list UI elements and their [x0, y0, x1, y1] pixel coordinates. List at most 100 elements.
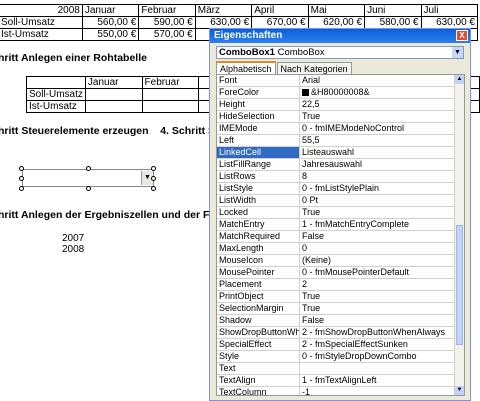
property-row[interactable]: Left 55,5: [217, 135, 464, 147]
property-value[interactable]: &H80000008&: [300, 87, 464, 98]
property-value[interactable]: True: [300, 111, 464, 122]
table-cell[interactable]: Februar: [138, 4, 196, 17]
table-cell[interactable]: [141, 88, 200, 101]
table-cell[interactable]: [84, 88, 143, 101]
property-value[interactable]: 0 - fmIMEModeNoControl: [300, 123, 464, 134]
close-icon[interactable]: X: [456, 30, 468, 41]
property-value[interactable]: Jahresauswahl: [300, 159, 464, 170]
table-cell[interactable]: 620,00 €: [307, 16, 366, 29]
property-row[interactable]: MatchRequired False: [217, 231, 464, 243]
property-value[interactable]: 22,5: [300, 99, 464, 110]
table-cell[interactable]: 580,00 €: [364, 16, 422, 29]
property-row[interactable]: LinkedCell Listeauswahl: [217, 147, 464, 159]
property-value[interactable]: Listeauswahl: [300, 147, 464, 158]
property-row[interactable]: TextAlign 1 - fmTextAlignLeft: [217, 375, 464, 387]
property-row[interactable]: SpecialEffect 2 - fmSpecialEffectSunken: [217, 339, 464, 351]
table-cell[interactable]: Januar: [81, 4, 140, 17]
scroll-up-icon[interactable]: ▲: [455, 75, 464, 84]
scroll-down-icon[interactable]: ▼: [455, 386, 464, 395]
scrollbar-thumb[interactable]: [456, 225, 463, 345]
property-value[interactable]: [300, 363, 464, 374]
property-row[interactable]: HideSelection True: [217, 111, 464, 123]
properties-titlebar[interactable]: Eigenschaften X: [210, 29, 470, 43]
property-row[interactable]: Locked True: [217, 207, 464, 219]
property-value[interactable]: (Keine): [300, 255, 464, 266]
year-cell[interactable]: 2008: [62, 244, 84, 255]
table-cell[interactable]: Soll-Umsatz: [0, 16, 83, 29]
property-value[interactable]: True: [300, 291, 464, 302]
table-cell[interactable]: März: [194, 4, 253, 17]
property-row[interactable]: Height 22,5: [217, 99, 464, 111]
property-value[interactable]: 0 - fmMousePointerDefault: [300, 267, 464, 278]
resize-handle[interactable]: [151, 186, 156, 191]
property-value[interactable]: False: [300, 315, 464, 326]
property-row[interactable]: ListStyle 0 - fmListStylePlain: [217, 183, 464, 195]
table-cell[interactable]: 670,00 €: [251, 16, 309, 29]
table-cell[interactable]: Mai: [307, 4, 366, 17]
year-cell[interactable]: 2007: [62, 233, 84, 244]
vertical-scrollbar[interactable]: ▲ ▼: [454, 75, 464, 395]
table-cell[interactable]: Ist-Umsatz: [26, 100, 86, 113]
resize-handle[interactable]: [151, 166, 156, 171]
property-value[interactable]: 8: [300, 171, 464, 182]
table-cell[interactable]: Januar: [84, 76, 143, 89]
table-cell[interactable]: 560,00 €: [81, 16, 140, 29]
resize-handle[interactable]: [19, 176, 24, 181]
table-cell[interactable]: 630,00 €: [194, 16, 253, 29]
property-row[interactable]: MatchEntry 1 - fmMatchEntryComplete: [217, 219, 464, 231]
property-value[interactable]: 0 - fmListStylePlain: [300, 183, 464, 194]
property-value[interactable]: 2 - fmShowDropButtonWhenAlways: [300, 327, 464, 338]
property-row[interactable]: PrintObject True: [217, 291, 464, 303]
property-row[interactable]: MousePointer 0 - fmMousePointerDefault: [217, 267, 464, 279]
property-row[interactable]: Text: [217, 363, 464, 375]
property-value[interactable]: 0 - fmStyleDropDownCombo: [300, 351, 464, 362]
property-value[interactable]: 1 - fmMatchEntryComplete: [300, 219, 464, 230]
property-row[interactable]: Shadow False: [217, 315, 464, 327]
property-value[interactable]: True: [300, 207, 464, 218]
resize-handle[interactable]: [86, 166, 91, 171]
table-cell[interactable]: 570,00 €: [138, 28, 196, 41]
property-value[interactable]: 0 Pt: [300, 195, 464, 206]
property-row[interactable]: ListWidth 0 Pt: [217, 195, 464, 207]
table-cell[interactable]: [141, 100, 200, 113]
property-value[interactable]: 2 - fmSpecialEffectSunken: [300, 339, 464, 350]
property-value[interactable]: 1 - fmTextAlignLeft: [300, 375, 464, 386]
property-row[interactable]: Placement 2: [217, 279, 464, 291]
table-cell[interactable]: 590,00 €: [138, 16, 196, 29]
property-value[interactable]: True: [300, 303, 464, 314]
property-row[interactable]: MouseIcon (Keine): [217, 255, 464, 267]
property-row[interactable]: ShowDropButtonWhen2 - fmShowDropButtonWh…: [217, 327, 464, 339]
property-row[interactable]: MaxLength 0: [217, 243, 464, 255]
property-row[interactable]: SelectionMargin True: [217, 303, 464, 315]
resize-handle[interactable]: [86, 186, 91, 191]
table-cell[interactable]: Ist-Umsatz: [0, 28, 83, 41]
resize-handle[interactable]: [151, 176, 156, 181]
property-value[interactable]: 55,5: [300, 135, 464, 146]
property-row[interactable]: TextColumn -1: [217, 387, 464, 395]
chevron-down-icon[interactable]: ▼: [452, 47, 463, 58]
resize-handle[interactable]: [19, 186, 24, 191]
table-cell[interactable]: 550,00 €: [81, 28, 140, 41]
object-selector[interactable]: ComboBox1 ComboBox ▼: [216, 46, 464, 59]
property-value[interactable]: -1: [300, 387, 464, 395]
property-row[interactable]: Font Arial: [217, 75, 464, 87]
tab-alphabetisch[interactable]: Alphabetisch: [216, 61, 276, 75]
table-cell[interactable]: 2008: [0, 4, 83, 17]
property-value[interactable]: Arial: [300, 75, 464, 86]
table-cell[interactable]: Soll-Umsatz: [26, 88, 86, 101]
table-cell[interactable]: [26, 76, 86, 89]
property-row[interactable]: ListRows 8: [217, 171, 464, 183]
property-value[interactable]: 2: [300, 279, 464, 290]
table-cell[interactable]: 630,00 €: [420, 16, 478, 29]
property-row[interactable]: Style 0 - fmStyleDropDownCombo: [217, 351, 464, 363]
table-cell[interactable]: Juni: [364, 4, 422, 17]
table-cell[interactable]: Februar: [141, 76, 200, 89]
table-cell[interactable]: [84, 100, 143, 113]
resize-handle[interactable]: [19, 166, 24, 171]
property-value[interactable]: 0: [300, 243, 464, 254]
property-row[interactable]: IMEMode 0 - fmIMEModeNoControl: [217, 123, 464, 135]
property-row[interactable]: ListFillRange Jahresauswahl: [217, 159, 464, 171]
table-cell[interactable]: Juli: [420, 4, 478, 17]
property-value[interactable]: False: [300, 231, 464, 242]
combobox-control[interactable]: ▼: [22, 169, 154, 187]
